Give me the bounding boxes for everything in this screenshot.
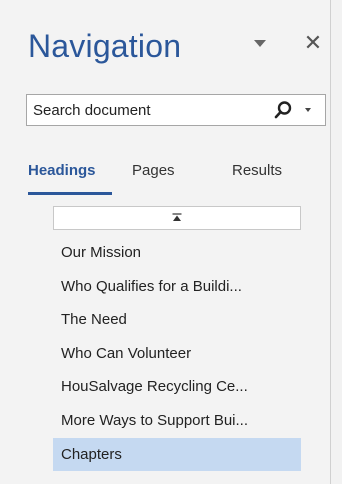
heading-item[interactable]: HouSalvage Recycling Ce... [53,370,301,404]
navigation-pane: Navigation ✕ Headings Pages Results Our … [0,0,331,484]
search-options-chevron-down-icon[interactable] [305,108,311,112]
tab-results[interactable]: Results [232,162,282,179]
tab-pages[interactable]: Pages [132,162,175,179]
search-input[interactable] [33,95,253,125]
pane-title: Navigation [28,28,182,64]
close-icon[interactable]: ✕ [300,30,326,56]
tab-headings[interactable]: Headings [28,162,96,179]
heading-item-selected[interactable]: Chapters [53,437,301,472]
collapse-up-icon [172,213,182,221]
collapse-all-button[interactable] [53,206,301,230]
heading-item[interactable]: Who Can Volunteer [53,337,301,371]
heading-item[interactable]: The Need [53,303,301,337]
search-icon[interactable] [273,100,293,120]
heading-item[interactable]: More Ways to Support Bui... [53,404,301,438]
tab-strip: Headings Pages Results [26,158,330,198]
pane-options-icon[interactable] [254,40,266,47]
heading-item[interactable]: Our Mission [53,236,301,270]
headings-list: Our Mission Who Qualifies for a Buildi..… [53,236,301,472]
active-tab-indicator [28,192,112,195]
search-box[interactable] [26,94,326,126]
heading-item[interactable]: Who Qualifies for a Buildi... [53,270,301,304]
